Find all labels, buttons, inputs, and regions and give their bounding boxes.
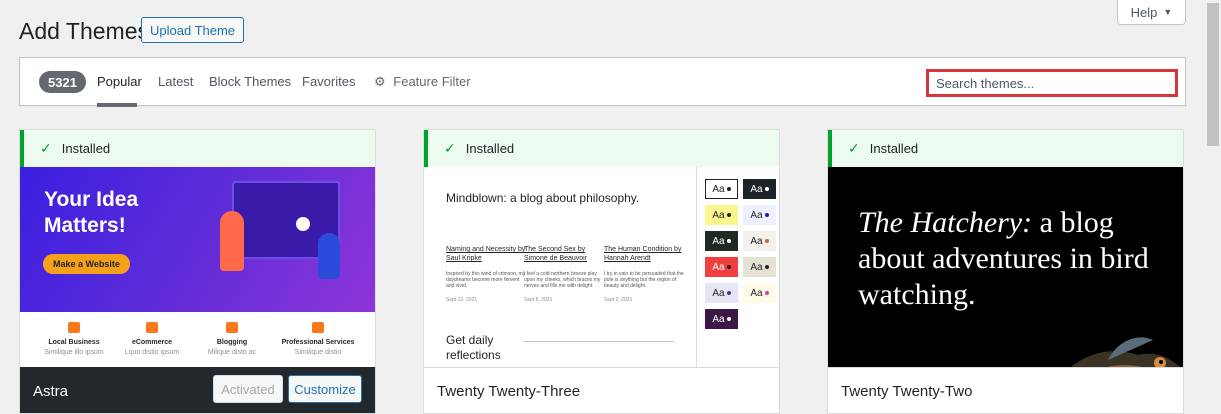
style-swatch: Aa [743,205,776,225]
preview-post: The Second Sex by Simone de Beauvoir I fe… [524,246,601,303]
help-label: Help [1130,4,1158,20]
style-swatch: Aa [705,205,738,225]
divider [524,341,674,342]
installed-notice: ✓ Installed [828,130,1183,167]
style-swatches: Aa Aa Aa Aa Aa Aa Aa Aa Aa Aa Aa [696,167,779,367]
style-swatch: Aa [705,309,738,329]
search-placeholder: Search themes... [936,75,1035,91]
installed-notice: ✓ Installed [424,130,779,167]
preview-post: The Human Condition by Hannah Arendt I tr… [604,246,684,303]
person-illustration [318,233,340,279]
feature-ecommerce: eCommerce Lquo distio ipsum [112,322,192,356]
page-title: Add Themes [19,18,149,44]
theme-card-twenty-twenty-two[interactable]: ✓ Installed The Hatchery: a blog about a… [827,129,1184,414]
tab-latest[interactable]: Latest [158,74,193,89]
theme-screenshot: Mindblown: a blog about philosophy. Nami… [424,167,779,367]
theme-card-astra[interactable]: ✓ Installed Your Idea Matters! Make a We… [19,129,376,414]
theme-screenshot: Your Idea Matters! Make a Website Local … [20,167,375,367]
style-swatch: Aa [743,283,776,303]
installed-label: Installed [869,141,919,156]
bird-illustration [1070,337,1180,367]
active-tab-indicator [97,103,137,107]
pencil-icon [226,322,238,333]
style-swatch: Aa [743,231,776,251]
check-icon: ✓ [40,140,52,156]
astra-cta-button: Make a Website [43,254,130,274]
installed-label: Installed [465,141,515,156]
theme-count-badge: 5321 [39,71,86,93]
store-icon [68,322,80,333]
preview-title: The Hatchery: a blog about adventures in… [858,206,1149,311]
tab-block-themes[interactable]: Block Themes [209,74,291,89]
theme-name: Twenty Twenty-Three [424,367,779,413]
person-icon [312,322,324,333]
feature-professional: Professional Services Similique distio [278,322,358,356]
installed-notice: ✓ Installed [20,130,375,167]
astra-features: Local Business Similique illo ipsum eComm… [20,312,375,367]
style-swatch: Aa [705,231,738,251]
theme-card-twenty-twenty-three[interactable]: ✓ Installed Mindblown: a blog about phil… [423,129,780,414]
preview-subtitle: Get daily reflections [446,333,501,362]
feature-blogging: Blogging Milique disto ac [192,322,272,356]
theme-name: Twenty Twenty-Two [828,367,1183,413]
cart-icon [146,322,158,333]
caret-down-icon: ▼ [1163,7,1173,17]
customize-button[interactable]: Customize [288,375,362,403]
style-swatch: Aa [743,257,776,277]
preview-title: Mindblown: a blog about philosophy. [446,191,640,205]
play-icon [296,217,310,231]
style-swatch: Aa [705,283,738,303]
tab-popular[interactable]: Popular [97,74,142,89]
help-button[interactable]: Help ▼ [1117,0,1186,25]
theme-screenshot: The Hatchery: a blog about adventures in… [828,167,1183,367]
scrollbar-thumb[interactable] [1207,3,1219,146]
check-icon: ✓ [444,140,456,156]
installed-label: Installed [61,141,111,156]
feature-filter-label: Feature Filter [393,74,471,89]
gear-icon: ⚙ [374,74,386,89]
theme-filter-bar: 5321 Popular Latest Block Themes Favorit… [19,57,1186,107]
upload-theme-button[interactable]: Upload Theme [141,17,245,43]
check-icon: ✓ [848,140,860,156]
tab-favorites[interactable]: Favorites [302,74,355,89]
astra-hero: Your Idea Matters! Make a Website [20,167,375,312]
feature-local-business: Local Business Similique illo ipsum [34,322,114,356]
person-illustration [220,211,244,271]
astra-headline: Your Idea Matters! [44,188,139,237]
preview-post: Naming and Necessity by Saul Kripke Inspi… [446,246,526,303]
feature-filter-button[interactable]: ⚙ Feature Filter [374,74,471,90]
activated-button: Activated [213,375,283,403]
style-swatch: Aa [743,179,776,199]
style-swatch: Aa [705,257,738,277]
style-swatch: Aa [705,179,738,199]
search-input[interactable]: Search themes... [926,69,1178,97]
